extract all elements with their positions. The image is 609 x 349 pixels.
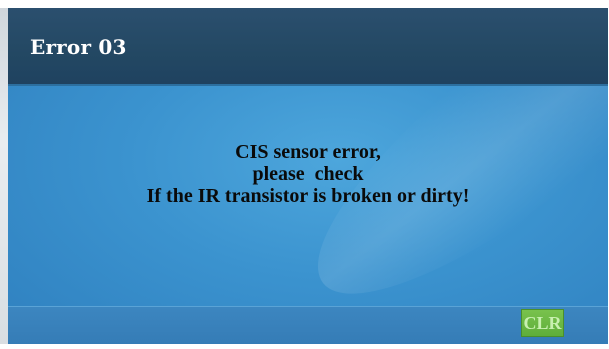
error-screen: Error 03 CIS sensor error, please check …	[8, 8, 608, 344]
error-title: Error 03	[30, 35, 127, 59]
device-display: Error 03 CIS sensor error, please check …	[0, 0, 609, 349]
error-message-line-1: CIS sensor error,	[235, 141, 381, 163]
title-bar: Error 03	[8, 8, 608, 86]
clear-button[interactable]: CLR	[521, 309, 564, 337]
display-bezel	[0, 8, 8, 344]
error-message: CIS sensor error, please check If the IR…	[8, 141, 608, 207]
footer-bar	[8, 306, 608, 344]
error-message-line-2: please check	[252, 163, 364, 185]
error-message-line-3: If the IR transistor is broken or dirty!	[146, 185, 470, 207]
